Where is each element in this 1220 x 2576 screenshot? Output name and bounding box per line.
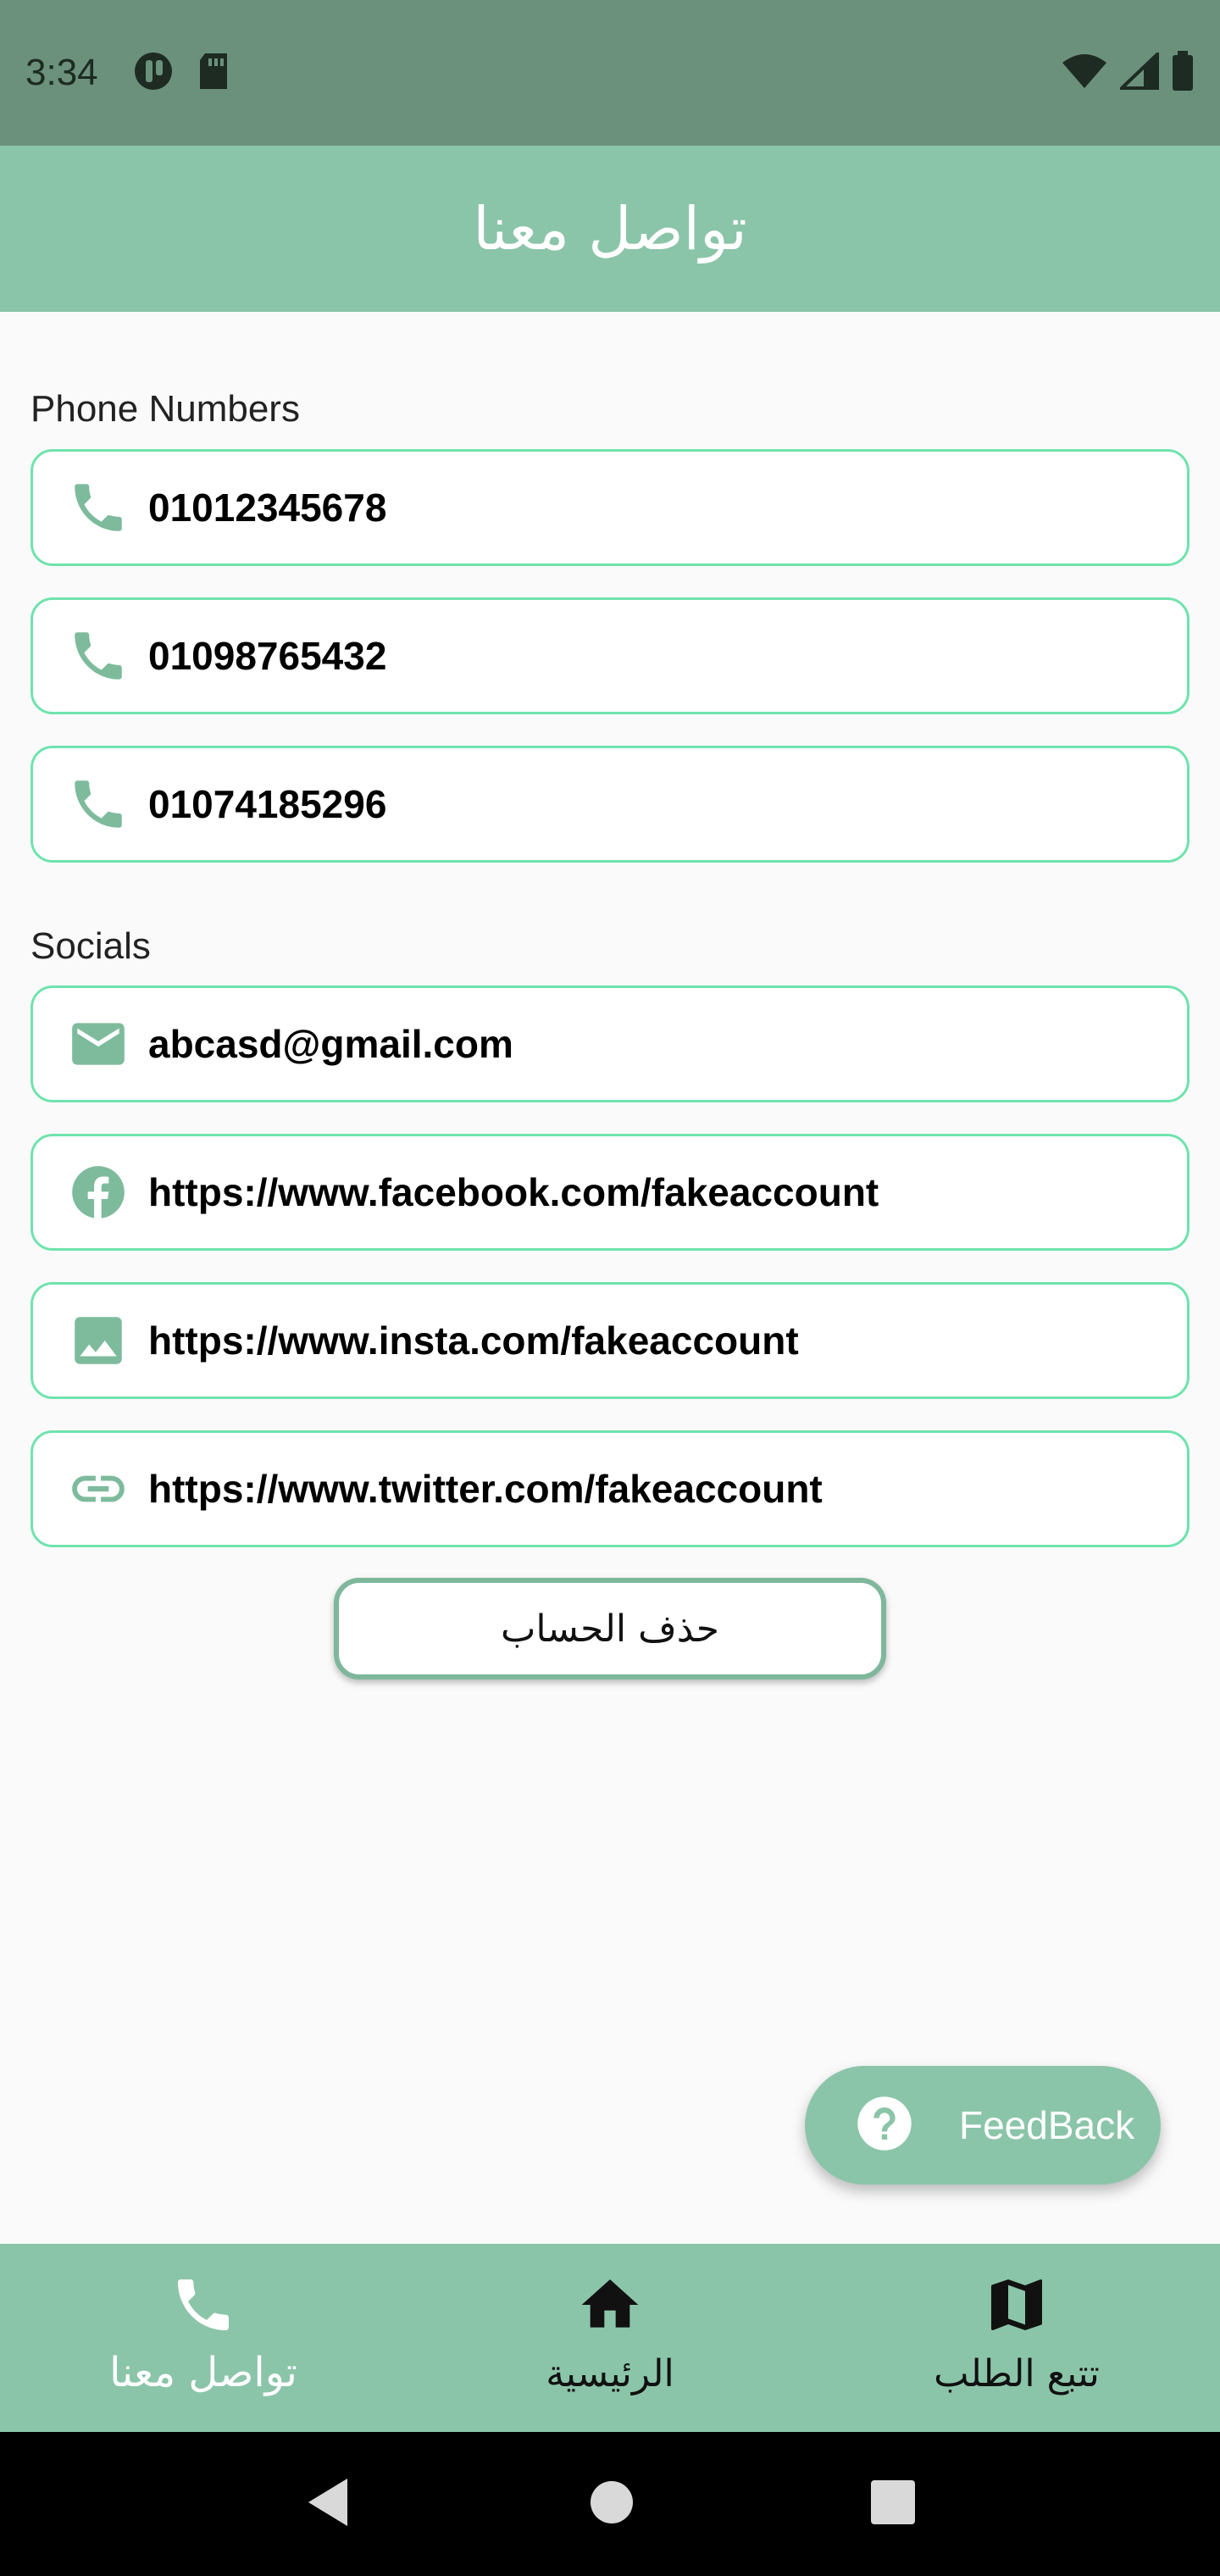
back-icon[interactable] — [303, 2475, 354, 2534]
status-bar: 3:34 — [0, 0, 1220, 146]
phone-number: 01098765432 — [148, 634, 387, 678]
email-icon — [65, 1011, 131, 1077]
nav-item-track-order[interactable]: تتبع الطلب — [813, 2244, 1220, 2432]
nav-item-contact[interactable]: تواصل معنا — [0, 2244, 407, 2432]
nav-item-home[interactable]: الرئيسية — [407, 2244, 813, 2432]
phone-numbers-heading: Phone Numbers — [30, 388, 300, 430]
phone-card[interactable]: 01012345678 — [30, 449, 1190, 566]
bottom-navigation: تواصل معنا الرئيسية تتبع الطلب — [0, 2244, 1220, 2432]
nav-label-contact: تواصل معنا — [109, 2349, 297, 2396]
email-address: abcasd@gmail.com — [148, 1022, 513, 1066]
status-time: 3:34 — [25, 52, 98, 93]
twitter-card[interactable]: https://www.twitter.com/fakeaccount — [30, 1430, 1190, 1547]
twitter-link: https://www.twitter.com/fakeaccount — [148, 1467, 823, 1511]
facebook-card[interactable]: https://www.facebook.com/fakeaccount — [30, 1134, 1190, 1251]
phone-card[interactable]: 01098765432 — [30, 597, 1190, 714]
nav-label-track-order: تتبع الطلب — [934, 2352, 1100, 2396]
facebook-icon — [65, 1159, 131, 1225]
data-saver-icon — [132, 50, 175, 97]
instagram-link: https://www.insta.com/fakeaccount — [148, 1319, 799, 1363]
help-icon — [852, 2091, 917, 2160]
battery-icon — [1171, 50, 1195, 96]
page-title: تواصل معنا — [473, 194, 747, 264]
delete-account-button[interactable]: حذف الحساب — [334, 1578, 886, 1679]
facebook-link: https://www.facebook.com/fakeaccount — [148, 1170, 879, 1214]
home-circle-icon[interactable] — [589, 2479, 635, 2529]
feedback-button[interactable]: FeedBack — [805, 2066, 1161, 2185]
system-navigation-bar — [0, 2432, 1220, 2576]
map-icon — [981, 2269, 1052, 2340]
recents-icon[interactable] — [869, 2479, 917, 2530]
phone-number: 01012345678 — [148, 486, 387, 530]
email-card[interactable]: abcasd@gmail.com — [30, 985, 1190, 1102]
phone-number: 01074185296 — [148, 782, 387, 826]
link-icon — [65, 1456, 131, 1522]
home-icon — [574, 2269, 646, 2340]
wifi-icon — [1061, 53, 1108, 94]
phone-icon — [65, 475, 131, 541]
phone-icon — [65, 771, 131, 837]
image-icon — [65, 1307, 131, 1374]
nav-label-home: الرئيسية — [546, 2352, 674, 2396]
app-bar: تواصل معنا — [0, 146, 1220, 312]
phone-card[interactable]: 01074185296 — [30, 746, 1190, 863]
feedback-label: FeedBack — [959, 2103, 1135, 2147]
socials-heading: Socials — [30, 925, 151, 967]
sd-card-icon — [197, 52, 230, 95]
phone-icon — [168, 2269, 239, 2340]
cell-signal-icon — [1117, 49, 1159, 94]
instagram-card[interactable]: https://www.insta.com/fakeaccount — [30, 1282, 1190, 1399]
phone-icon — [65, 623, 131, 689]
